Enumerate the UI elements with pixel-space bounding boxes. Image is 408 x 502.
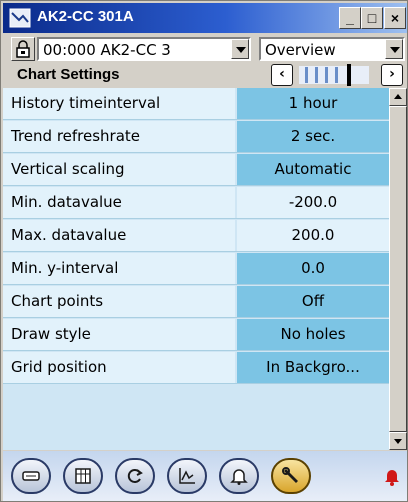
nav-alarm-button[interactable] [219, 458, 259, 494]
settings-row[interactable]: Vertical scaling Automatic [3, 154, 389, 186]
bottom-nav [3, 451, 407, 501]
wrench-icon [282, 467, 298, 483]
scroll-up-button[interactable] [389, 88, 407, 106]
setting-label: History timeinterval [3, 88, 235, 119]
view-select[interactable]: Overview [259, 37, 405, 61]
nav-table-button[interactable] [63, 458, 103, 494]
device-icon [22, 471, 40, 481]
setting-value[interactable]: Off [237, 286, 389, 317]
device-select-value: 00:000 AK2-CC 3 [43, 41, 171, 59]
table-icon [75, 468, 91, 484]
scroll-thumb[interactable] [389, 106, 407, 432]
setting-label: Vertical scaling [3, 154, 235, 185]
settings-row[interactable]: Chart points Off [3, 286, 389, 318]
page-tick [325, 67, 328, 83]
page-indicator [299, 64, 369, 86]
nav-refresh-button[interactable] [115, 458, 155, 494]
setting-value[interactable]: 2 sec. [237, 121, 389, 152]
chevron-down-icon[interactable] [231, 39, 249, 59]
setting-value[interactable]: In Backgro... [237, 352, 389, 383]
device-select[interactable]: 00:000 AK2-CC 3 [37, 37, 251, 61]
section-title: Chart Settings [17, 66, 120, 83]
previous-page-button[interactable]: ‹ [271, 64, 293, 86]
settings-row[interactable]: Draw style No holes [3, 319, 389, 351]
page-stepper[interactable]: ‹ › [261, 64, 403, 86]
setting-label: Grid position [3, 352, 235, 383]
setting-label: Max. datavalue [3, 220, 235, 251]
bell-icon [230, 469, 248, 485]
nav-device-button[interactable] [11, 458, 51, 494]
scroll-down-button[interactable] [389, 432, 407, 450]
setting-value[interactable]: -200.0 [237, 187, 389, 218]
settings-row[interactable]: Min. datavalue -200.0 [3, 187, 389, 219]
app-icon [9, 8, 31, 28]
page-tick [335, 67, 338, 83]
settings-grid: History timeinterval 1 hour Trend refreshr… [3, 88, 389, 450]
settings-row[interactable]: Grid position In Backgro... [3, 352, 389, 384]
close-button[interactable]: × [384, 7, 406, 29]
lock-icon [16, 40, 30, 58]
alarm-bell-icon[interactable] [381, 465, 403, 487]
setting-label: Draw style [3, 319, 235, 350]
page-tick [315, 67, 318, 83]
page-tick [305, 67, 308, 83]
nav-chart-button[interactable] [167, 458, 207, 494]
minimize-button[interactable]: _ [339, 7, 361, 29]
setting-value[interactable]: No holes [237, 319, 389, 350]
toolbar: 00:000 AK2-CC 3 Overview Chart Settings … [3, 34, 407, 88]
refresh-icon [127, 469, 143, 483]
setting-label: Trend refreshrate [3, 121, 235, 152]
vertical-scrollbar[interactable] [389, 88, 407, 450]
setting-value[interactable]: 200.0 [237, 220, 389, 251]
chevron-down-icon[interactable] [385, 39, 403, 59]
title-bar[interactable]: AK2-CC 301A _ □ × [3, 3, 407, 33]
setting-label: Chart points [3, 286, 235, 317]
settings-row[interactable]: Max. datavalue 200.0 [3, 220, 389, 252]
setting-value[interactable]: Automatic [237, 154, 389, 185]
settings-row[interactable]: Trend refreshrate 2 sec. [3, 121, 389, 153]
settings-row[interactable]: Min. y-interval 0.0 [3, 253, 389, 285]
setting-value[interactable]: 0.0 [237, 253, 389, 284]
lock-button[interactable] [11, 37, 35, 61]
page-indicator-thumb[interactable] [347, 64, 351, 86]
nav-settings-button[interactable] [271, 458, 311, 494]
next-page-button[interactable]: › [381, 64, 403, 86]
setting-label: Min. y-interval [3, 253, 235, 284]
setting-label: Min. datavalue [3, 187, 235, 218]
view-select-value: Overview [265, 41, 336, 59]
chart-icon [179, 468, 195, 484]
settings-row[interactable]: History timeinterval 1 hour [3, 88, 389, 120]
app-window: AK2-CC 301A _ □ × 00:000 AK2-CC 3 Overvi… [0, 0, 408, 502]
window-title: AK2-CC 301A [37, 8, 134, 25]
maximize-button[interactable]: □ [361, 7, 383, 29]
setting-value[interactable]: 1 hour [237, 88, 389, 119]
